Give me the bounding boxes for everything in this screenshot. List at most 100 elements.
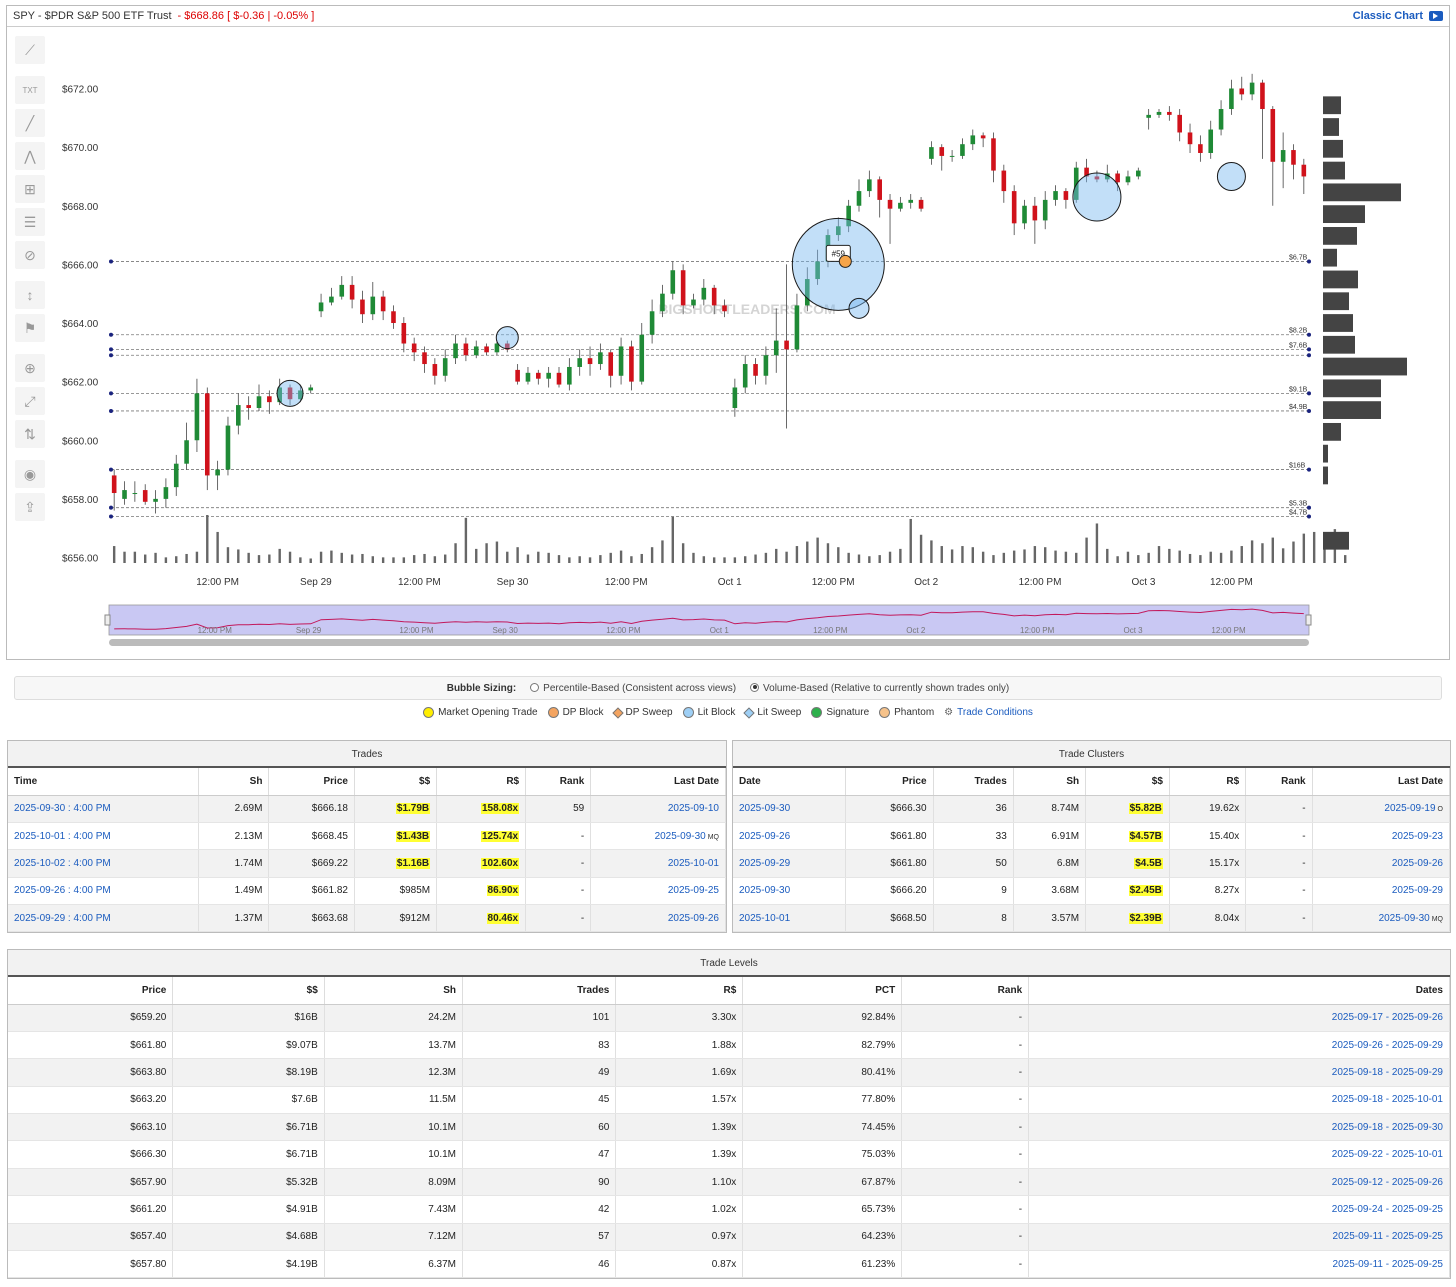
table-row[interactable]: $666.30 $6.71B 10.1M 47 1.39x 75.03% -2025-09-… <box>8 1140 1450 1169</box>
level-dates[interactable]: 2025-09-26 - 2025-09-29 <box>1028 1031 1450 1060</box>
level-marker <box>1307 505 1311 510</box>
table-row[interactable]: $657.40 $4.68B 7.12M 57 0.97x 64.23% -2025-09-… <box>8 1223 1450 1252</box>
table-row[interactable]: 2025-09-30 $666.30 36 8.74M $5.82B 19.62x -202… <box>733 795 1451 823</box>
volume-bar <box>185 553 188 563</box>
option-volume-label: Volume-Based (Relative to currently show… <box>763 682 1010 694</box>
level-dates[interactable]: 2025-09-18 - 2025-10-01 <box>1028 1086 1450 1115</box>
table-row[interactable]: $663.20 $7.6B 11.5M 45 1.57x 77.80% -2025-09-1… <box>8 1086 1450 1115</box>
table-row[interactable]: 2025-09-30 : 4:00 PM 2.69M $666.18 $1.79B 15… <box>8 795 726 823</box>
cluster-last-date[interactable]: 2025-09-23 <box>1312 822 1451 851</box>
trade-conditions-link[interactable]: ⚙ Trade Conditions <box>944 707 1033 718</box>
cluster-date[interactable]: 2025-09-30 <box>733 795 847 823</box>
table-row[interactable]: $663.80 $8.19B 12.3M 49 1.69x 80.41% -2025-09-… <box>8 1058 1450 1087</box>
cluster-last-date[interactable]: 2025-09-26 <box>1312 849 1451 878</box>
column-header[interactable]: R$ <box>436 768 527 796</box>
trade-time[interactable]: 2025-10-02 : 4:00 PM <box>8 849 199 878</box>
candle-up <box>949 155 955 157</box>
column-header[interactable]: Trades <box>933 768 1014 796</box>
trade-last-date[interactable]: 2025-09-30 MQ <box>590 822 726 851</box>
cluster-date[interactable]: 2025-09-29 <box>733 849 847 878</box>
volume-bar <box>888 551 892 563</box>
table-row[interactable]: 2025-10-01 $668.50 8 3.57M $2.39B 8.04x -2025-… <box>733 904 1451 933</box>
column-header[interactable]: Last Date <box>1312 768 1451 796</box>
table-row[interactable]: $661.80 $9.07B 13.7M 83 1.88x 82.79% -2025-09-… <box>8 1031 1450 1060</box>
table-row[interactable]: 2025-09-30 $666.20 9 3.68M $2.45B 8.27x -2025-… <box>733 877 1451 906</box>
table-row[interactable]: 2025-09-29 : 4:00 PM 1.37M $663.68 $912M 80.… <box>8 904 726 933</box>
level-dates[interactable]: 2025-09-18 - 2025-09-29 <box>1028 1058 1450 1087</box>
trade-last-date[interactable]: 2025-09-10 <box>590 795 726 823</box>
level-marker <box>1307 391 1311 396</box>
trade-last-date[interactable]: 2025-09-26 <box>590 904 726 933</box>
cluster-last-date[interactable]: 2025-09-19 O <box>1312 795 1451 823</box>
column-header[interactable]: Trades <box>462 977 617 1005</box>
volume-bar <box>381 557 385 563</box>
candle-down <box>111 475 117 494</box>
level-dates[interactable]: 2025-09-12 - 2025-09-26 <box>1028 1168 1450 1197</box>
column-header[interactable]: R$ <box>615 977 744 1005</box>
table-row[interactable]: $663.10 $6.71B 10.1M 60 1.39x 74.45% -2025-09-… <box>8 1113 1450 1142</box>
table-row[interactable]: $657.90 $5.32B 8.09M 90 1.10x 67.87% -2025-09-… <box>8 1168 1450 1197</box>
table-row[interactable]: 2025-09-29 $661.80 50 6.8M $4.5B 15.17x -2025-… <box>733 849 1451 878</box>
table-row[interactable]: $657.80 $4.19B 6.37M 46 0.87x 61.23% -2025-09-… <box>8 1250 1450 1279</box>
level-dates[interactable]: 2025-09-17 - 2025-09-26 <box>1028 1004 1450 1032</box>
column-header[interactable]: Last Date <box>590 768 726 796</box>
table-row[interactable]: 2025-10-02 : 4:00 PM 1.74M $669.22 $1.16B 10… <box>8 849 726 878</box>
column-header[interactable]: Price <box>845 768 934 796</box>
table-row[interactable]: $661.20 $4.91B 7.43M 42 1.02x 65.73% -2025-09-… <box>8 1195 1450 1224</box>
radio-icon[interactable] <box>530 682 540 692</box>
cluster-date[interactable]: 2025-09-26 <box>733 822 847 851</box>
candle-up <box>649 311 655 335</box>
column-header[interactable]: $$ <box>172 977 325 1005</box>
trade-rank: - <box>525 849 592 878</box>
table-row[interactable]: 2025-09-26 : 4:00 PM 1.49M $661.82 $985M 86.… <box>8 877 726 906</box>
trade-time[interactable]: 2025-09-30 : 4:00 PM <box>8 795 199 823</box>
column-header[interactable]: $$ <box>354 768 438 796</box>
trade-price: $669.22 <box>268 849 355 878</box>
column-header[interactable]: Price <box>8 977 174 1005</box>
column-header[interactable]: PCT <box>742 977 903 1005</box>
cluster-last-date[interactable]: 2025-09-30 MQ <box>1312 904 1451 933</box>
volume-bar <box>112 546 116 563</box>
cluster-shares: 6.8M <box>1013 849 1087 878</box>
option-volume[interactable]: Volume-Based (Relative to currently show… <box>750 682 1010 694</box>
trade-time[interactable]: 2025-10-01 : 4:00 PM <box>8 822 199 851</box>
level-rs: 1.02x <box>615 1195 744 1224</box>
column-header[interactable]: Sh <box>198 768 270 796</box>
table-row[interactable]: 2025-09-26 $661.80 33 6.91M $4.57B 15.40x -202… <box>733 822 1451 851</box>
column-header[interactable]: Time <box>8 768 199 796</box>
column-header[interactable]: Date <box>733 768 847 796</box>
cluster-last-date[interactable]: 2025-09-29 <box>1312 877 1451 906</box>
column-header[interactable]: Rank <box>525 768 592 796</box>
level-dates[interactable]: 2025-09-11 - 2025-09-25 <box>1028 1223 1450 1252</box>
level-dates[interactable]: 2025-09-24 - 2025-09-25 <box>1028 1195 1450 1224</box>
column-header[interactable]: Sh <box>324 977 464 1005</box>
radio-checked-icon[interactable] <box>750 682 760 692</box>
trade-last-date[interactable]: 2025-10-01 <box>590 849 726 878</box>
legend-item: Lit Sweep <box>743 706 801 719</box>
level-shares: 24.2M <box>324 1004 464 1032</box>
level-marker <box>109 259 113 264</box>
navigator-tick-label: 12:00 PM <box>1211 626 1246 635</box>
trade-time[interactable]: 2025-09-26 : 4:00 PM <box>8 877 199 906</box>
cluster-date[interactable]: 2025-10-01 <box>733 904 847 933</box>
column-header[interactable]: R$ <box>1169 768 1247 796</box>
trade-time[interactable]: 2025-09-29 : 4:00 PM <box>8 904 199 933</box>
column-header[interactable]: Rank <box>901 977 1030 1005</box>
column-header[interactable]: Dates <box>1028 977 1450 1005</box>
legend-label: DP Block <box>562 707 604 718</box>
candle-up <box>1125 176 1131 183</box>
level-dates[interactable]: 2025-09-18 - 2025-09-30 <box>1028 1113 1450 1142</box>
column-header[interactable]: Price <box>268 768 355 796</box>
level-dates[interactable]: 2025-09-11 - 2025-09-25 <box>1028 1250 1450 1279</box>
option-percentile[interactable]: Percentile-Based (Consistent across view… <box>530 682 736 694</box>
column-header[interactable]: Sh <box>1013 768 1087 796</box>
cluster-date[interactable]: 2025-09-30 <box>733 877 847 906</box>
level-price: $661.20 <box>8 1195 174 1224</box>
table-row[interactable]: $659.20 $16B 24.2M 101 3.30x 92.84% -2025-09-1… <box>8 1004 1450 1032</box>
level-dates[interactable]: 2025-09-22 - 2025-10-01 <box>1028 1140 1450 1169</box>
column-header[interactable]: $$ <box>1085 768 1170 796</box>
trade-last-date[interactable]: 2025-09-25 <box>590 877 726 906</box>
table-row[interactable]: 2025-10-01 : 4:00 PM 2.13M $668.45 $1.43B 12… <box>8 822 726 851</box>
price-chart[interactable]: $672.00 $670.00 $668.00 $666.00 $664.00 $662.… <box>7 6 1449 659</box>
column-header[interactable]: Rank <box>1245 768 1313 796</box>
